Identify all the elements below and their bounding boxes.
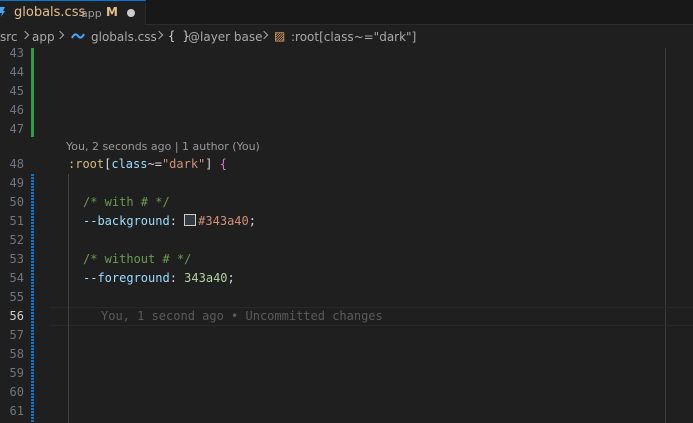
open-brace: { — [219, 157, 227, 171]
line-number: 43 — [9, 48, 24, 60]
code-line-51[interactable]: --background: #343a40; — [83, 212, 256, 231]
tab-globals-css[interactable]: globals.css app M — [0, 0, 146, 25]
line-number: 51 — [9, 214, 24, 228]
color-swatch-icon[interactable] — [184, 214, 197, 226]
line-number: 49 — [9, 176, 24, 190]
line-number: 45 — [9, 84, 24, 98]
line-number: 60 — [9, 385, 24, 399]
semicolon: ; — [227, 271, 235, 285]
breadcrumb-src[interactable]: src — [0, 30, 18, 44]
line-number: 58 — [9, 347, 24, 361]
line-number: 53 — [9, 252, 24, 266]
css-custom-property: --background — [83, 214, 170, 228]
git-modified-decoration[interactable] — [31, 174, 34, 423]
colon: : — [169, 214, 177, 228]
css-selector: :root — [68, 157, 105, 171]
line-number: 47 — [9, 122, 24, 136]
bracket: ] — [205, 157, 213, 171]
selector-icon: ▨ — [274, 29, 286, 43]
git-added-decoration[interactable] — [31, 48, 34, 137]
breadcrumb-selector[interactable]: :root[class~="dark"] — [291, 30, 416, 44]
code-line-50[interactable]: /* with # */ — [83, 193, 170, 212]
breadcrumb-layer[interactable]: @layer base — [188, 30, 263, 44]
line-number: 52 — [9, 233, 24, 247]
attribute-operator: ~= — [147, 157, 162, 171]
code-editor[interactable]: 43 44 45 46 47 48 49 50 51 52 53 54 55 5… — [0, 48, 693, 423]
semicolon: ; — [248, 214, 256, 228]
line-number: 54 — [9, 271, 24, 285]
attribute-value: "dark" — [161, 157, 206, 171]
line-number-active: 56 — [9, 309, 24, 323]
line-number: 48 — [9, 157, 24, 171]
vertical-ruler — [665, 48, 666, 423]
git-codelens[interactable]: You, 2 seconds ago | 1 author (You) — [66, 140, 260, 153]
tab-git-status: M — [106, 5, 118, 19]
code-line-48[interactable]: :root[class~="dark"] { — [68, 155, 227, 174]
chevron-right-icon — [55, 30, 65, 40]
breadcrumb-file[interactable]: globals.css — [91, 30, 157, 44]
line-number: 61 — [9, 404, 24, 418]
css-value: 343a40 — [184, 271, 228, 285]
css-custom-property: --foreground — [83, 271, 170, 285]
line-number: 50 — [9, 195, 24, 209]
editor-tab-bar: globals.css app M — [0, 0, 693, 25]
line-number: 44 — [9, 65, 24, 79]
css-value: #343a40 — [198, 214, 249, 228]
css-file-icon — [71, 33, 85, 39]
attribute-name: class — [111, 157, 148, 171]
indent-guide — [68, 174, 69, 423]
braces-icon: { } — [168, 29, 190, 43]
chevron-right-icon — [20, 30, 30, 40]
code-comment: /* with # */ — [83, 195, 170, 209]
css-file-icon — [0, 7, 5, 17]
inline-git-blame[interactable]: You, 1 second ago • Uncommitted changes — [101, 307, 383, 326]
breadcrumb-app[interactable]: app — [32, 30, 55, 44]
line-number-gutter: 43 44 45 46 47 48 49 50 51 52 53 54 55 5… — [0, 48, 50, 423]
code-line-54[interactable]: --foreground: 343a40; — [83, 269, 235, 288]
code-comment: /* without # */ — [83, 252, 192, 266]
line-number: 46 — [9, 103, 24, 117]
unsaved-dot-icon[interactable] — [127, 9, 135, 17]
line-number: 55 — [9, 290, 24, 304]
line-number: 59 — [9, 366, 24, 380]
code-line-53[interactable]: /* without # */ — [83, 250, 191, 269]
colon: : — [169, 271, 177, 285]
tab-folder: app — [81, 7, 102, 20]
tab-filename: globals.css — [14, 5, 86, 20]
line-number: 57 — [9, 328, 24, 342]
breadcrumb: src app globals.css { } @layer base ▨ :r… — [0, 26, 693, 48]
